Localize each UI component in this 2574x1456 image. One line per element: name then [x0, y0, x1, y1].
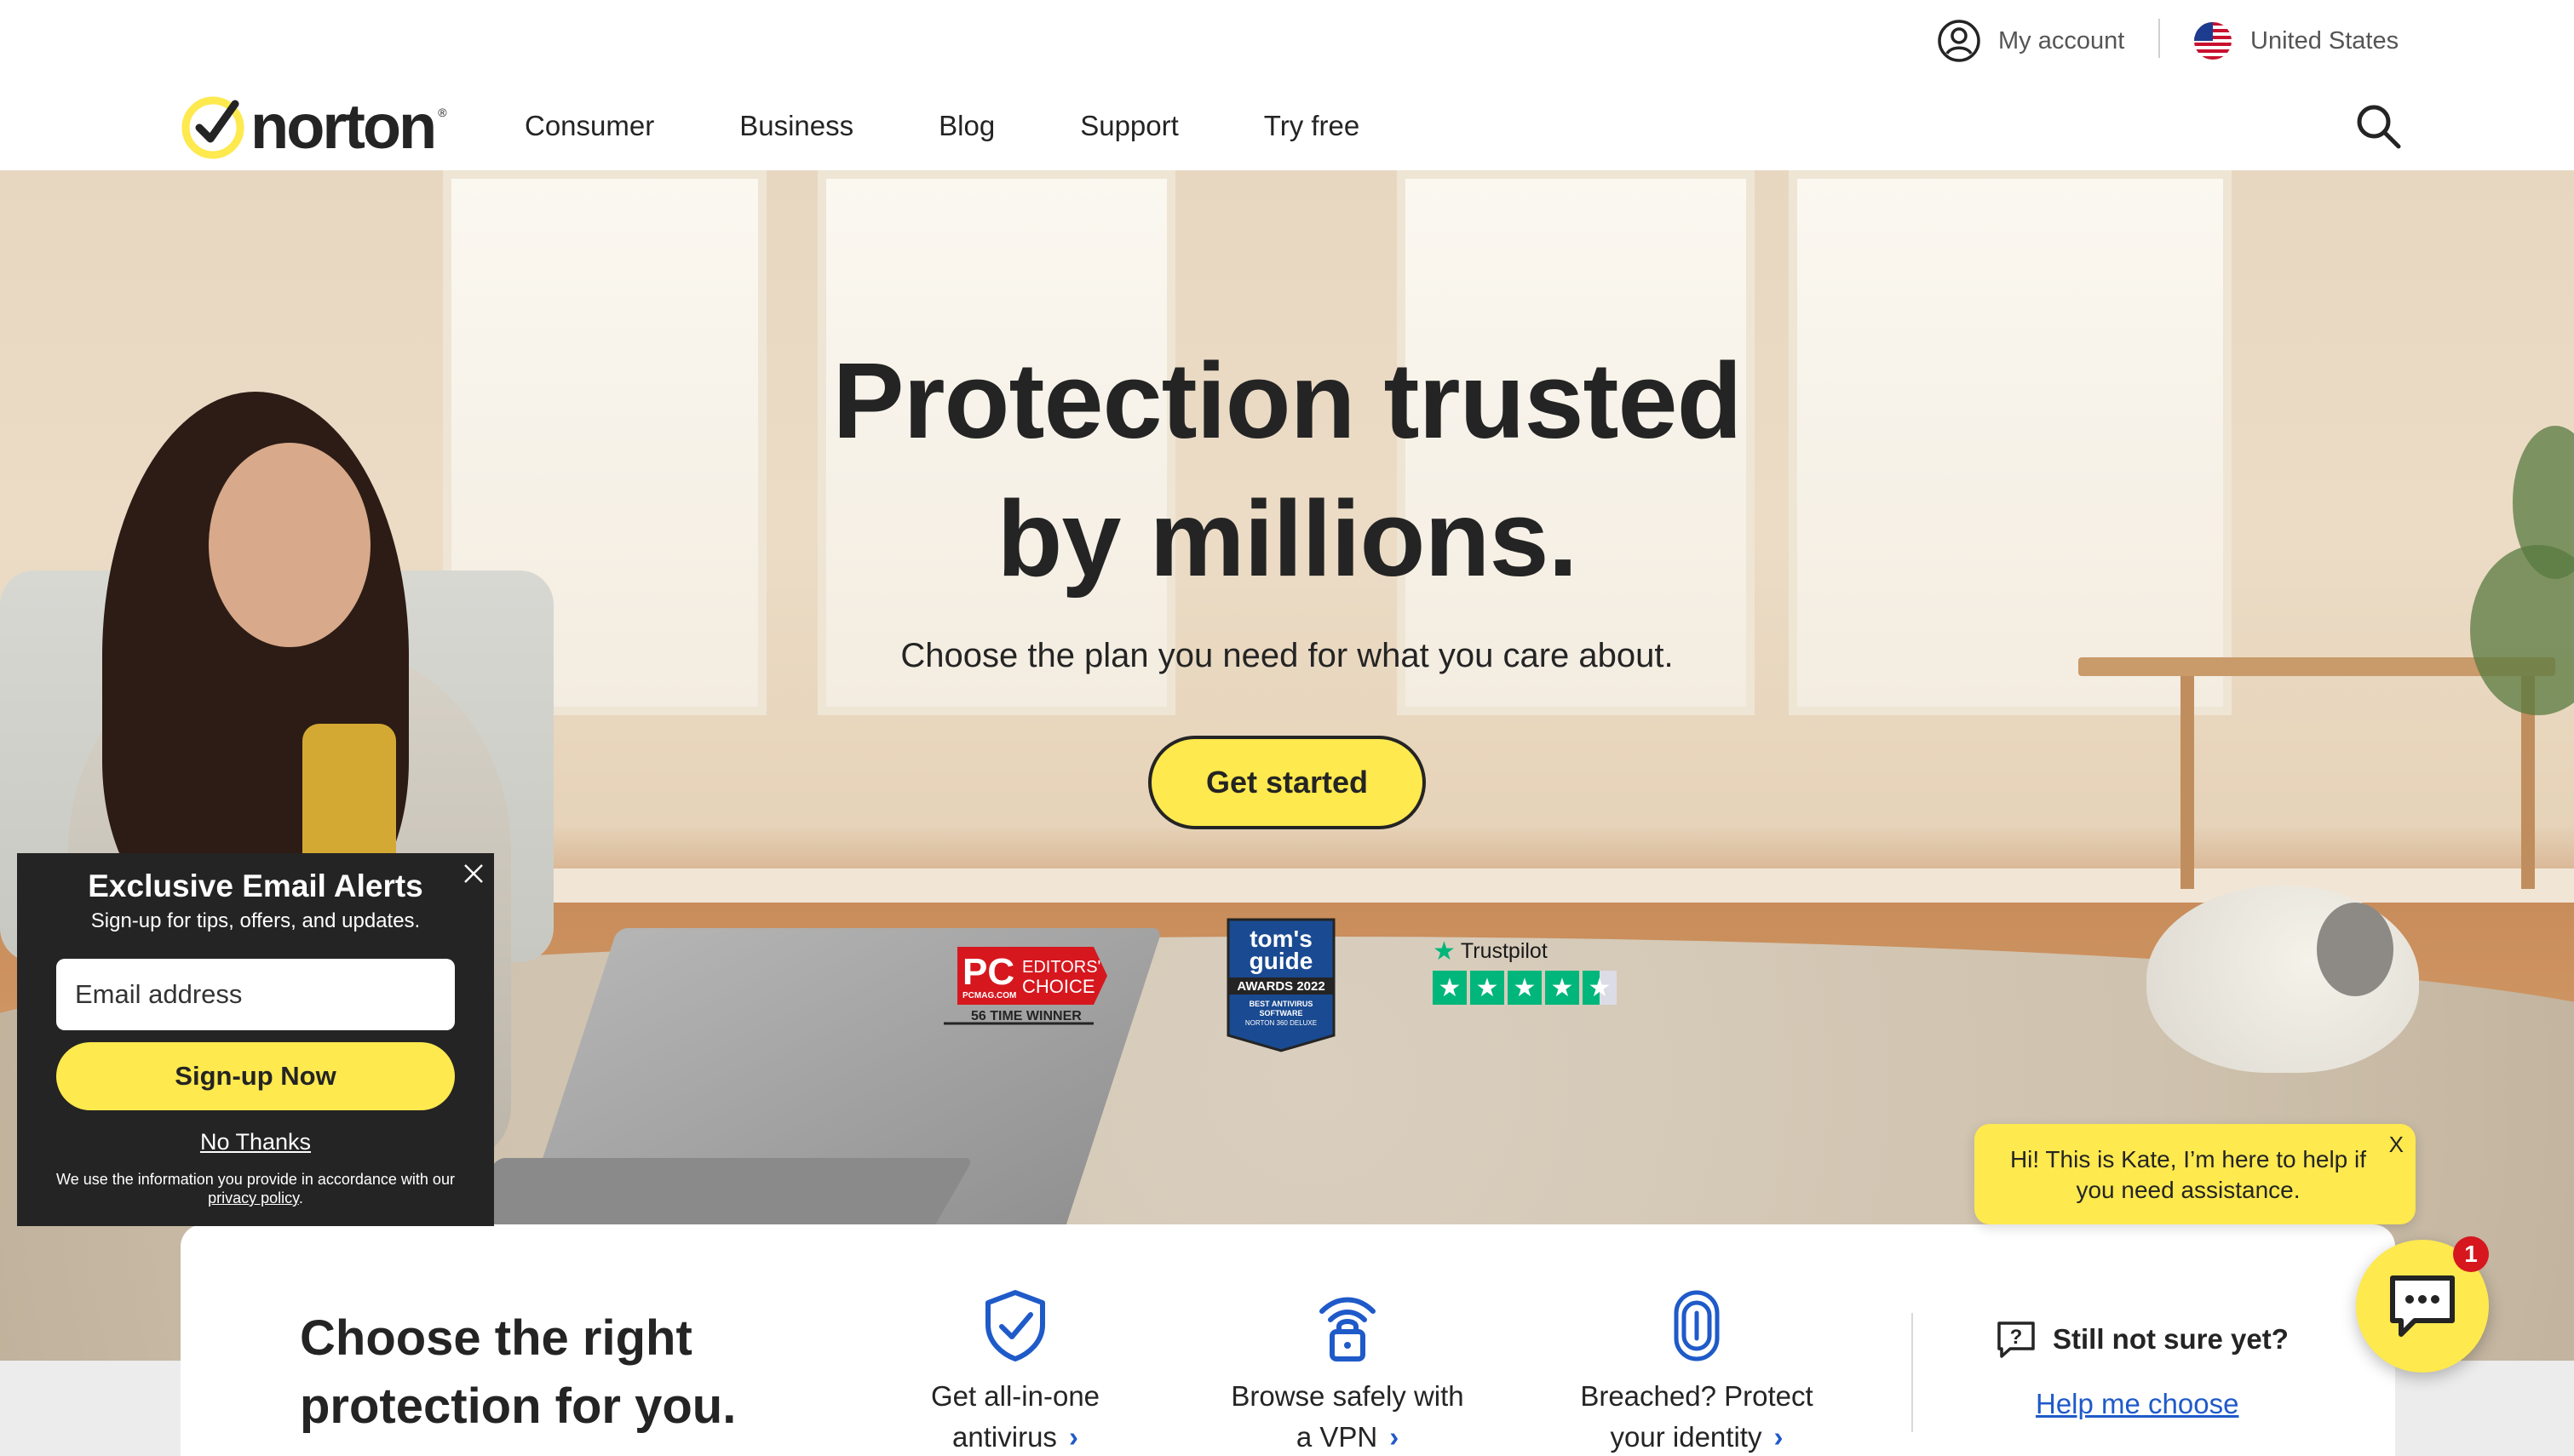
toms-guide-award-badge: tom's guide AWARDS 2022 BEST ANTIVIRUS S… — [1227, 918, 1336, 1052]
utility-divider — [2158, 19, 2160, 58]
norton-logo[interactable]: norton ® — [179, 89, 447, 163]
my-account-link[interactable]: My account — [1937, 17, 2124, 65]
legal-end: . — [298, 1189, 303, 1207]
sign-up-now-button[interactable]: Sign-up Now — [56, 1042, 455, 1110]
trustpilot-rating: ★ Trustpilot ★ ★ ★ ★ ★ — [1433, 937, 1629, 1013]
choose-protection-card: Choose the right protection for you. Get… — [181, 1224, 2395, 1456]
choose-title-line2: protection for you. — [300, 1379, 737, 1434]
popup-subtitle: Sign-up for tips, offers, and updates. — [90, 909, 421, 932]
svg-text:?: ? — [2010, 1326, 2023, 1349]
chat-notification-badge: 1 — [2453, 1236, 2489, 1272]
feature-identity-label: Breached? Protect your identity › — [1543, 1376, 1850, 1456]
toms-software-text: SOFTWARE — [1260, 1009, 1303, 1017]
chevron-right-icon: › — [1773, 1421, 1784, 1453]
choose-title: Choose the right protection for you. — [300, 1304, 736, 1441]
hero-title-line2: by millions. — [997, 479, 1577, 599]
chevron-right-icon: › — [1068, 1421, 1078, 1453]
question-bubble-icon: ? — [1997, 1321, 2035, 1358]
feature-vpn-label: Browse safely with a VPN › — [1177, 1376, 1518, 1456]
toms-product-text: NORTON 360 DELUXE — [1245, 1019, 1317, 1027]
hero-title-line1: Protection trusted — [832, 341, 1742, 461]
trustpilot-stars: ★ ★ ★ ★ ★ — [1433, 971, 1617, 1005]
my-account-label: My account — [1998, 26, 2125, 54]
utility-bar: My account United States — [0, 0, 2574, 82]
feature-vpn[interactable]: Browse safely with a VPN › — [1177, 1289, 1518, 1456]
feature-line1: Get all-in-one — [930, 1380, 1100, 1412]
toms-awards-text: AWARDS 2022 — [1237, 979, 1324, 994]
pc-editors-text: EDITORS' — [1022, 958, 1100, 977]
choose-title-line1: Choose the right — [300, 1310, 692, 1366]
privacy-policy-link[interactable]: privacy policy — [208, 1189, 299, 1207]
trustpilot-text: Trustpilot — [1460, 939, 1548, 963]
logo-trademark: ® — [438, 106, 447, 119]
feature-antivirus[interactable]: Get all-in-one antivirus › — [879, 1289, 1152, 1456]
country-selector[interactable]: United States — [2192, 17, 2399, 65]
no-thanks-link[interactable]: No Thanks — [17, 1129, 494, 1155]
wifi-lock-icon — [1319, 1297, 1376, 1361]
shield-check-icon — [985, 1290, 1045, 1361]
hero-dog-ear — [2317, 903, 2393, 996]
pc-winner-text: 56 TIME WINNER — [971, 1009, 1082, 1023]
country-label: United States — [2250, 26, 2399, 54]
toms-best-text: BEST ANTIVIRUS — [1250, 1000, 1313, 1008]
chat-message: Hi! This is Kate, I’m here to help if yo… — [2009, 1146, 2367, 1203]
chat-greeting-bubble: Hi! This is Kate, I’m here to help if yo… — [1974, 1124, 2416, 1224]
popup-title: Exclusive Email Alerts — [88, 868, 423, 903]
us-flag-icon — [2194, 22, 2232, 60]
feature-line2: antivirus — [952, 1421, 1057, 1453]
star-icon: ★ — [1508, 971, 1542, 1005]
logo-wordmark: norton — [250, 90, 437, 162]
norton-checkmark-icon — [181, 96, 244, 159]
fingerprint-icon — [1674, 1290, 1720, 1361]
star-icon: ★ — [1545, 971, 1579, 1005]
chat-icon — [2390, 1275, 2455, 1337]
nav-try-free[interactable]: Try free — [1264, 110, 1359, 142]
feature-line1: Breached? Protect — [1580, 1380, 1813, 1412]
still-not-sure: ? Still not sure yet? — [1995, 1318, 2289, 1361]
get-started-button[interactable]: Get started — [1148, 736, 1426, 829]
chat-close-button[interactable]: X — [2389, 1129, 2404, 1160]
feature-line1: Browse safely with — [1231, 1380, 1464, 1412]
feature-identity[interactable]: Breached? Protect your identity › — [1543, 1289, 1850, 1456]
pcmag-editors-choice-badge: PC PCMAG.COM EDITORS' CHOICE 56 TIME WIN… — [944, 947, 1107, 1025]
nav-consumer[interactable]: Consumer — [525, 110, 654, 142]
trustpilot-label: ★ Trustpilot — [1433, 937, 1548, 966]
half-star-icon: ★ — [1583, 971, 1617, 1005]
star-icon: ★ — [1470, 971, 1504, 1005]
feature-line2: a VPN — [1296, 1421, 1378, 1453]
popup-legal-text: We use the information you provide in ac… — [43, 1170, 468, 1207]
main-navigation: norton ® Consumer Business Blog Support … — [0, 82, 2574, 170]
pc-site-text: PCMAG.COM — [962, 991, 1016, 1000]
feature-antivirus-label: Get all-in-one antivirus › — [879, 1376, 1152, 1456]
feature-line2: your identity — [1610, 1421, 1762, 1453]
toms-text-line2: guide — [1250, 948, 1313, 974]
still-not-sure-label: Still not sure yet? — [2053, 1323, 2289, 1355]
hero-title: Protection trusted by millions. — [0, 332, 2574, 608]
pc-logo-text: PC — [962, 951, 1014, 993]
nav-business[interactable]: Business — [739, 110, 853, 142]
email-field[interactable] — [56, 959, 455, 1030]
account-icon — [1938, 20, 1980, 62]
trustpilot-star-icon: ★ — [1433, 937, 1456, 966]
nav-blog[interactable]: Blog — [939, 110, 995, 142]
hero-table-leg — [2180, 676, 2194, 889]
nav-support[interactable]: Support — [1080, 110, 1179, 142]
chevron-right-icon: › — [1389, 1421, 1399, 1453]
legal-text: We use the information you provide in ac… — [56, 1171, 455, 1188]
email-alerts-popup: Exclusive Email Alerts Sign-up for tips,… — [17, 853, 494, 1226]
help-me-choose-link[interactable]: Help me choose — [2036, 1388, 2238, 1420]
nav-links: Consumer Business Blog Support Try free — [525, 82, 1445, 170]
card-divider — [1911, 1313, 1913, 1432]
search-icon[interactable] — [2353, 100, 2404, 152]
hero-subtitle: Choose the plan you need for what you ca… — [900, 637, 1674, 674]
pc-choice-text: CHOICE — [1022, 976, 1095, 997]
star-icon: ★ — [1433, 971, 1467, 1005]
